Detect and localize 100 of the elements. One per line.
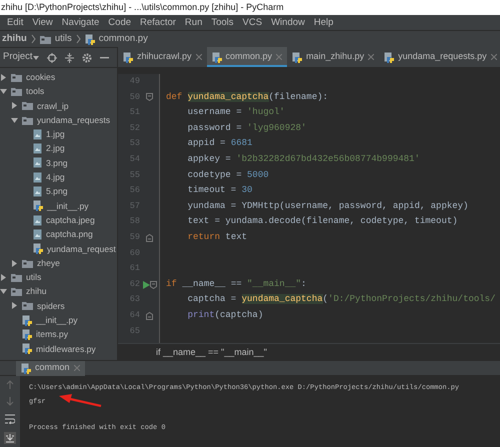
folder-icon <box>22 258 33 268</box>
python-file-icon <box>33 243 43 254</box>
run-tab[interactable]: common <box>16 360 85 376</box>
fold-icon <box>146 93 153 102</box>
code-line: def yundama_captcha(filename): <box>165 90 330 104</box>
close-icon <box>74 365 80 371</box>
project-dropdown[interactable]: Project <box>3 50 39 65</box>
code-line: if __name__ == "__main__": <box>165 278 308 291</box>
breadcrumb[interactable]: if __name__ == "__main__" <box>156 347 267 357</box>
image-file-icon <box>33 157 42 168</box>
expanded-arrow-icon[interactable] <box>11 116 18 124</box>
tree-item[interactable]: captcha.png <box>0 227 117 242</box>
folder-icon <box>22 101 33 110</box>
tree-item[interactable]: captcha.jpeg <box>0 212 117 228</box>
tree-item[interactable]: 2.jpg <box>0 141 117 156</box>
folder-icon <box>22 301 33 310</box>
code-line: codetype = 5000 <box>186 168 270 182</box>
arrow-annotation <box>58 393 102 407</box>
menu-item[interactable]: Help <box>314 15 334 30</box>
locate-icon[interactable] <box>46 52 57 62</box>
menu-item[interactable]: Window <box>271 15 305 30</box>
image-file-icon <box>33 214 42 226</box>
menu-item[interactable]: Navigate <box>62 15 100 30</box>
close-icon <box>276 54 282 60</box>
menu-item[interactable]: VCS <box>242 15 262 30</box>
collapsed-arrow-icon[interactable] <box>11 302 18 310</box>
tree-item[interactable]: spiders <box>0 298 117 314</box>
collapsed-arrow-icon[interactable] <box>0 274 7 281</box>
code-line: appkey = 'b2b32282d67bd432e56b08774b999481' <box>186 152 421 166</box>
tree-item[interactable]: tools <box>0 84 117 99</box>
menu-item[interactable]: Tools <box>211 15 234 30</box>
run-icon <box>142 280 150 289</box>
menu-item[interactable]: Run <box>184 15 202 30</box>
fold-icon <box>146 312 153 320</box>
collapse-icon[interactable] <box>64 52 74 62</box>
breadcrumb-item[interactable]: utils <box>54 32 72 46</box>
fold-icon <box>150 280 156 289</box>
code-line: appid = 6681 <box>186 137 254 150</box>
dropdown-caret-icon <box>32 56 39 60</box>
folder-icon <box>11 272 22 282</box>
tree-item[interactable]: middlewares.py <box>0 342 117 356</box>
code-line: return text <box>186 230 248 244</box>
menu-item[interactable]: View <box>32 15 53 30</box>
soft-wrap-icon[interactable] <box>5 414 15 424</box>
code-line: text = yundama.decode(filename, codetype, timeout) <box>186 215 459 228</box>
code-line: captcha = yundama_captcha('D:/PythonProjects/zhihu/tools/ <box>186 293 496 306</box>
tree-item[interactable]: items.py <box>0 327 117 342</box>
tree-item[interactable]: 1.jpg <box>0 127 117 142</box>
code-line: timeout = 30 <box>186 184 254 198</box>
chevron-icon <box>30 34 36 44</box>
window-title: zhihu [D:\PythonProjects\zhihu] - ...\utils\common.py [zhihu] - PyCharm <box>0 0 500 15</box>
code-line: username = 'hugol' <box>186 106 286 120</box>
minimize-icon[interactable] <box>100 56 109 58</box>
tree-item[interactable]: crawl_ip <box>0 98 117 113</box>
image-file-icon <box>33 172 42 183</box>
tree-item[interactable]: utils <box>0 270 117 284</box>
collapsed-arrow-icon[interactable] <box>0 74 7 81</box>
python-file-icon <box>22 343 32 354</box>
python-file-icon <box>22 328 32 340</box>
python-file-icon <box>84 34 95 44</box>
python-file-icon <box>33 200 43 212</box>
editor-tab[interactable]: common.py <box>206 47 288 67</box>
expanded-arrow-icon[interactable] <box>0 288 7 296</box>
menu-item[interactable]: Refactor <box>140 15 176 30</box>
code-line: yundama = YDMHttp(username, password, appid, appkey) <box>186 200 470 213</box>
collapsed-arrow-icon[interactable] <box>11 260 18 266</box>
code-line: print(captcha) <box>186 308 264 322</box>
breadcrumb-item[interactable]: zhihu <box>2 32 27 46</box>
folder-icon <box>40 34 51 44</box>
close-icon <box>196 54 202 60</box>
collapsed-arrow-icon[interactable] <box>11 102 18 110</box>
menu-item[interactable]: Edit <box>7 15 24 30</box>
tree-item[interactable]: cookies <box>0 70 117 84</box>
tree-item[interactable]: 4.jpg <box>0 170 117 184</box>
tree-item[interactable]: __init__.py <box>0 313 117 328</box>
python-file-icon <box>22 314 32 326</box>
image-file-icon <box>33 128 42 140</box>
scroll-to-end-icon[interactable] <box>4 432 16 444</box>
close-icon <box>490 54 497 60</box>
breadcrumb-item[interactable]: common.py <box>98 32 148 46</box>
folder-icon <box>11 86 22 96</box>
expanded-arrow-icon[interactable] <box>0 88 7 95</box>
tree-item[interactable]: 5.png <box>0 184 117 199</box>
menu-item[interactable]: Code <box>108 15 132 30</box>
folder-icon <box>22 116 33 125</box>
folder-icon <box>11 72 22 82</box>
close-icon <box>368 54 374 60</box>
image-file-icon <box>33 143 42 154</box>
tree-item[interactable]: yundama_request <box>0 242 117 256</box>
fold-icon <box>146 234 153 242</box>
tree-item[interactable]: 3.png <box>0 156 117 170</box>
python-file-icon <box>21 362 31 374</box>
tree-item[interactable]: zheye <box>0 256 117 270</box>
python-file-icon <box>212 52 222 62</box>
tree-item[interactable]: yundama_requests <box>0 112 117 128</box>
image-file-icon <box>33 228 42 240</box>
settings-icon[interactable] <box>82 52 92 62</box>
tree-item[interactable]: __init__.py <box>0 198 117 213</box>
python-file-icon <box>292 52 302 62</box>
tree-item[interactable]: zhihu <box>0 284 117 299</box>
